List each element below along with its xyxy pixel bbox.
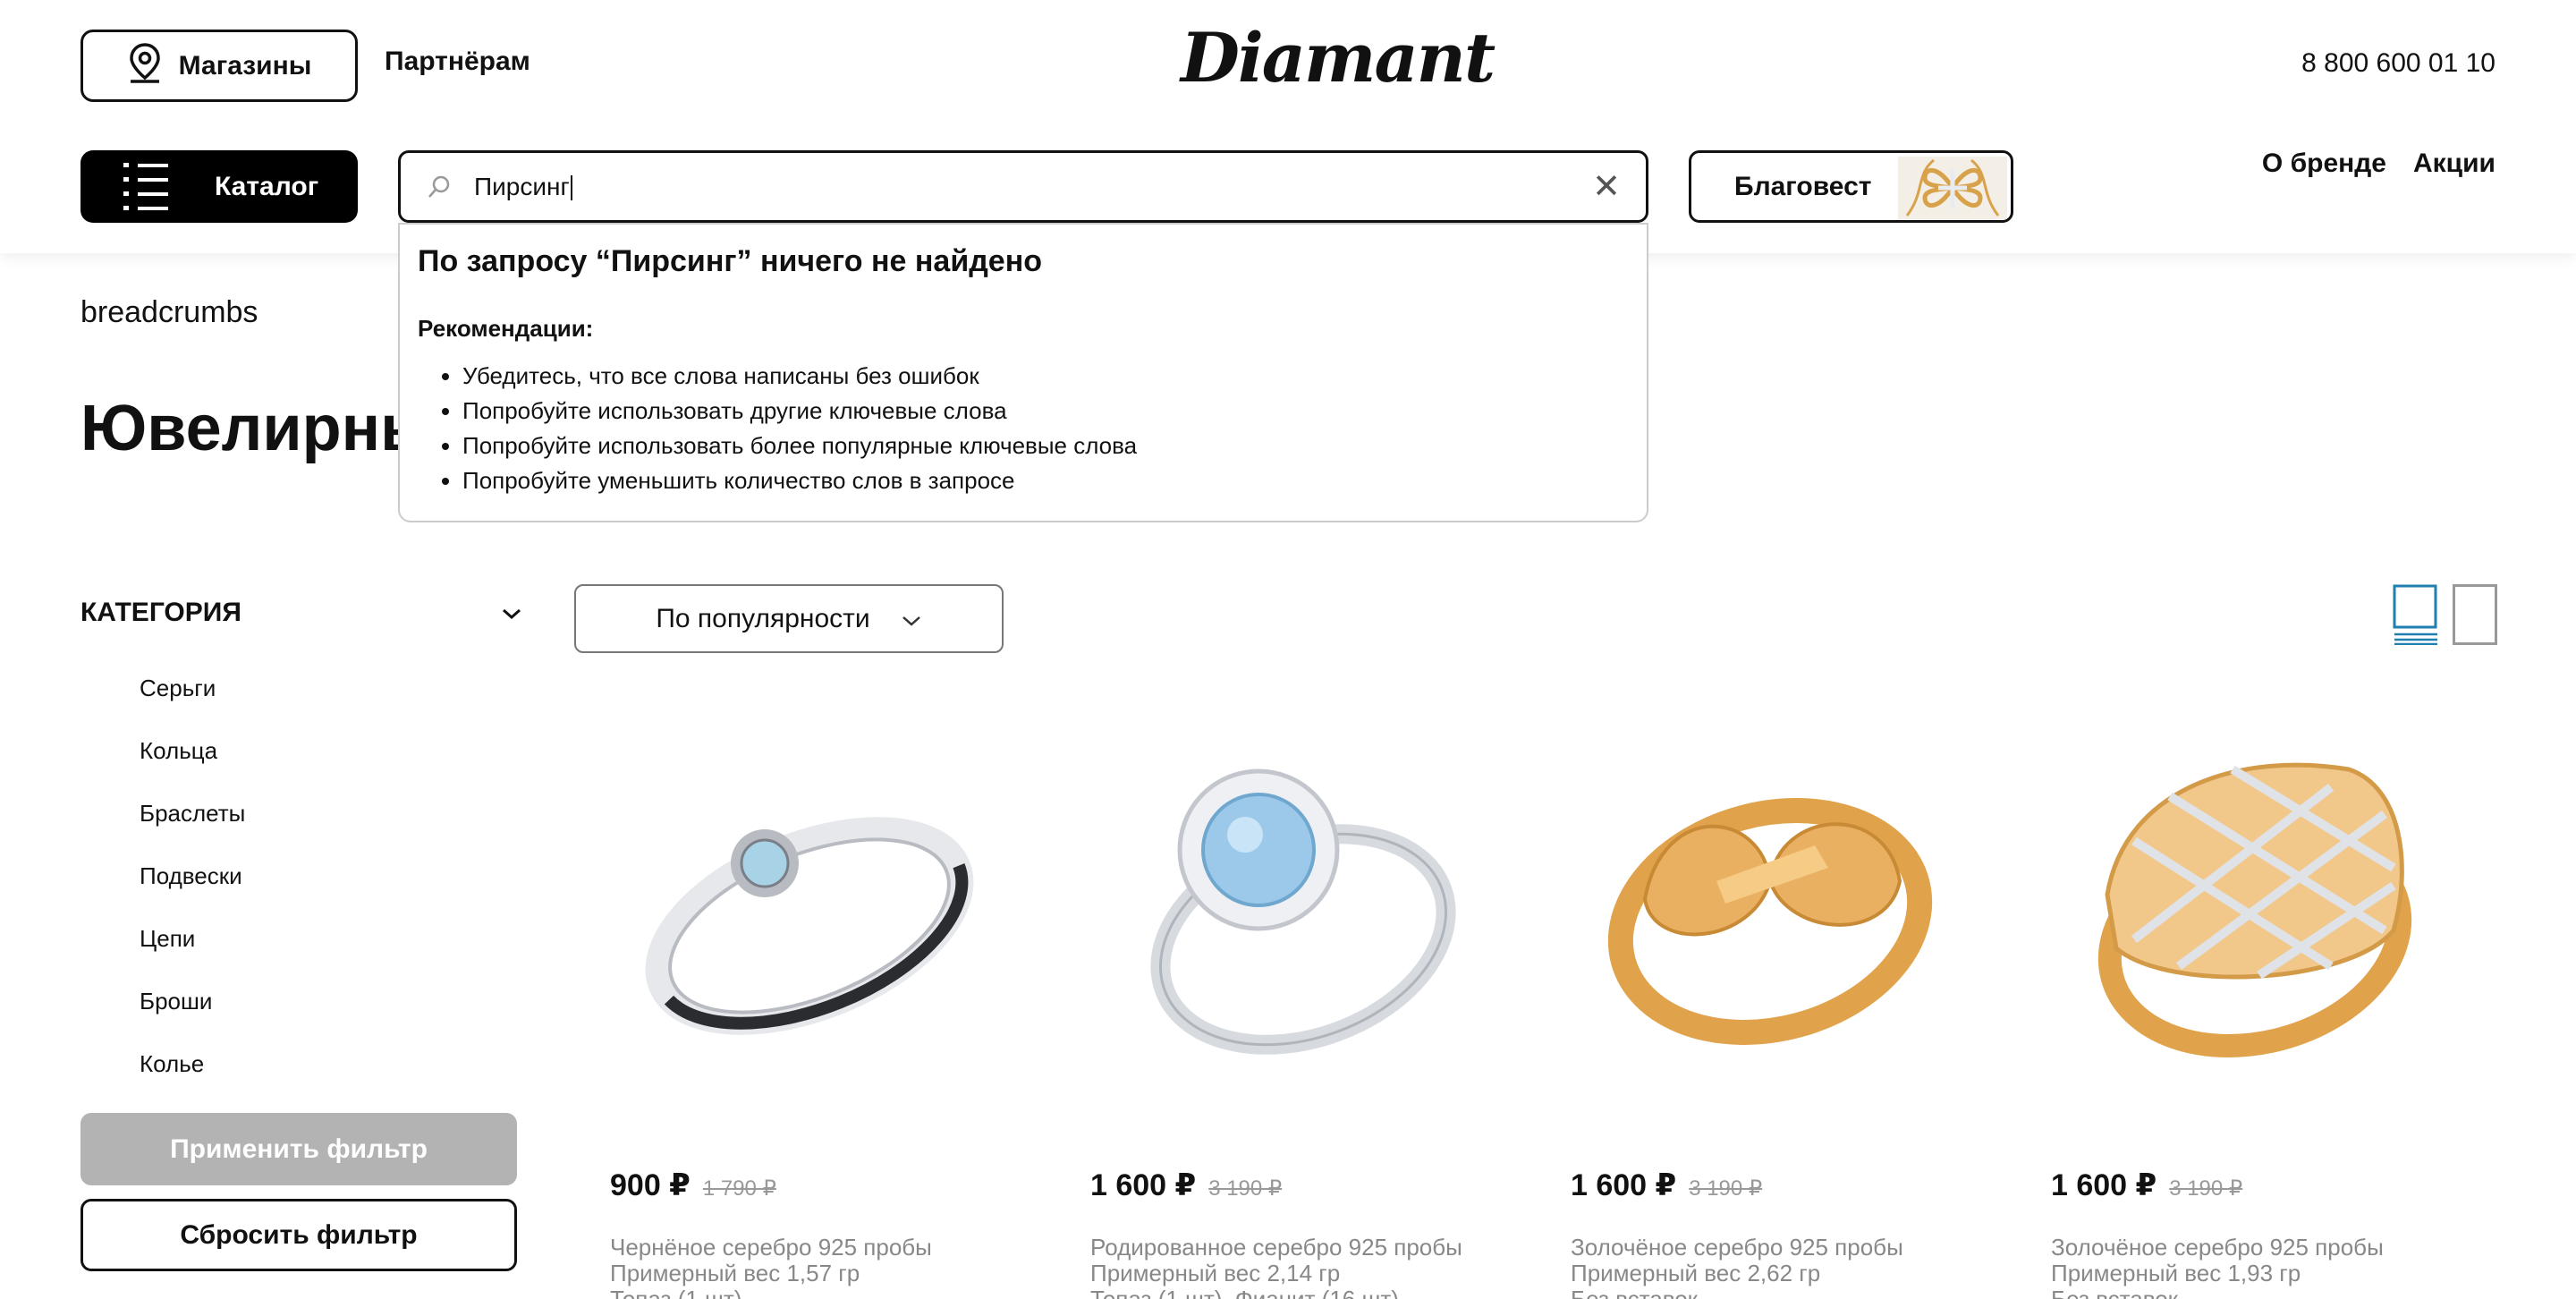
blagovest-button[interactable]: Благовест [1689, 150, 2013, 223]
category-item-brooches[interactable]: Броши [140, 982, 245, 1045]
partners-link[interactable]: Партнёрам [385, 47, 530, 77]
product-material: Чернёное серебро 925 пробы [610, 1234, 932, 1261]
catalog-button[interactable]: Каталог [80, 150, 358, 223]
product-image-gold-knot-ring[interactable] [1542, 716, 1998, 1091]
product-card[interactable]: 1 600 ₽ 3 190 ₽ Золочёное серебро 925 пр… [2022, 716, 2479, 1299]
map-pin-icon [127, 42, 163, 90]
category-item-chains[interactable]: Цепи [140, 920, 245, 982]
category-item-necklaces[interactable]: Колье [140, 1045, 245, 1108]
product-image-black-silver-ring[interactable] [581, 716, 1038, 1091]
price-row: 1 600 ₽ 3 190 ₽ [1090, 1167, 1282, 1203]
price-row: 1 600 ₽ 3 190 ₽ [1571, 1167, 1762, 1203]
product-inserts: Топаз (1 шт) [610, 1286, 742, 1299]
site-header: Магазины Партнёрам Diamant 8 800 600 01 … [0, 0, 2576, 253]
category-item-rings[interactable]: Кольца [140, 732, 245, 794]
grid-view-icon[interactable] [2393, 584, 2439, 646]
product-card[interactable]: 1 600 ₽ 3 190 ₽ Золочёное серебро 925 пр… [1542, 716, 1998, 1299]
blagovest-label: Благовест [1734, 171, 1872, 201]
price-row: 1 600 ₽ 3 190 ₽ [2051, 1167, 2242, 1203]
product-old-price: 3 190 ₽ [2169, 1176, 2243, 1201]
recommendations-heading: Рекомендации: [418, 315, 594, 342]
category-item-pendants[interactable]: Подвески [140, 857, 245, 920]
product-weight: Примерный вес 2,14 гр [1090, 1260, 1341, 1286]
text-cursor [570, 175, 572, 201]
single-view-icon[interactable] [2453, 584, 2497, 645]
apply-filter-button[interactable]: Применить фильтр [80, 1113, 517, 1185]
nav-about-brand[interactable]: О бренде [2262, 149, 2386, 179]
product-description: Золочёное серебро 925 пробы Примерный ве… [1571, 1235, 1903, 1299]
product-inserts: Без вставок [2051, 1286, 2179, 1299]
phone-number[interactable]: 8 800 600 01 10 [2301, 48, 2496, 79]
menu-list-icon [123, 163, 177, 210]
header-nav: О бренде Акции [2262, 149, 2496, 179]
product-weight: Примерный вес 1,93 гр [2051, 1260, 2301, 1286]
product-old-price: 1 790 ₽ [702, 1176, 776, 1201]
category-item-earrings[interactable]: Серьги [140, 669, 245, 732]
category-filter-header[interactable]: КАТЕГОРИЯ [80, 598, 523, 628]
category-item-bracelets[interactable]: Браслеты [140, 794, 245, 857]
price-row: 900 ₽ 1 790 ₽ [610, 1167, 776, 1203]
product-description: Родированное серебро 925 пробы Примерный… [1090, 1235, 1462, 1299]
product-card[interactable]: 900 ₽ 1 790 ₽ Чернёное серебро 925 пробы… [581, 716, 1038, 1299]
product-price: 1 600 ₽ [1571, 1168, 1677, 1202]
recommendation-item: Попробуйте использовать более популярные… [462, 429, 1629, 463]
category-filter-label: КАТЕГОРИЯ [80, 598, 242, 627]
product-inserts: Топаз (1 шт), Фианит (16 шт) [1090, 1286, 1399, 1299]
sort-select[interactable]: По популярности [574, 584, 1004, 653]
search-input[interactable]: Пирсинг ✕ [398, 150, 1648, 223]
product-old-price: 3 190 ₽ [1689, 1176, 1763, 1201]
stores-label: Магазины [178, 50, 312, 81]
nav-promotions[interactable]: Акции [2413, 149, 2496, 179]
product-material: Родированное серебро 925 пробы [1090, 1234, 1462, 1261]
product-image-gold-lattice-ring[interactable] [2022, 716, 2479, 1091]
recommendation-item: Попробуйте уменьшить количество слов в з… [462, 463, 1629, 498]
no-results-title: По запросу “Пирсинг” ничего не найдено [418, 244, 1043, 278]
sort-selected-value: По популярности [656, 603, 870, 633]
reset-filter-button[interactable]: Сбросить фильтр [80, 1199, 517, 1271]
stores-button[interactable]: Магазины [80, 30, 358, 102]
brand-logo[interactable]: Diamant [1181, 18, 1496, 98]
product-inserts: Без вставок [1571, 1286, 1699, 1299]
blagovest-pendant-image [1898, 157, 2007, 219]
product-weight: Примерный вес 2,62 гр [1571, 1260, 1821, 1286]
recommendation-item: Убедитесь, что все слова написаны без ош… [462, 359, 1629, 394]
product-price: 1 600 ₽ [1090, 1168, 1197, 1202]
product-price: 900 ₽ [610, 1168, 691, 1202]
recommendations-list: Убедитесь, что все слова написаны без ош… [418, 359, 1629, 498]
product-image-topaz-ring[interactable] [1062, 716, 1518, 1091]
search-value[interactable]: Пирсинг [474, 173, 1587, 201]
product-material: Золочёное серебро 925 пробы [1571, 1234, 1903, 1261]
recommendation-item: Попробуйте использовать другие ключевые … [462, 394, 1629, 429]
product-material: Золочёное серебро 925 пробы [2051, 1234, 2384, 1261]
product-price: 1 600 ₽ [2051, 1168, 2157, 1202]
chevron-down-icon[interactable] [500, 598, 523, 628]
clear-search-icon[interactable]: ✕ [1587, 170, 1626, 204]
product-old-price: 3 190 ₽ [1208, 1176, 1283, 1201]
product-card[interactable]: 1 600 ₽ 3 190 ₽ Родированное серебро 925… [1062, 716, 1518, 1299]
product-description: Золочёное серебро 925 пробы Примерный ве… [2051, 1235, 2384, 1299]
search-results-dropdown: По запросу “Пирсинг” ничего не найдено Р… [398, 223, 1648, 522]
breadcrumb[interactable]: breadcrumbs [80, 295, 258, 330]
category-list: Серьги Кольца Браслеты Подвески Цепи Бро… [140, 669, 245, 1108]
search-icon [426, 174, 465, 200]
chevron-down-icon [901, 604, 922, 634]
product-weight: Примерный вес 1,57 гр [610, 1260, 860, 1286]
catalog-label: Каталог [215, 171, 319, 201]
product-description: Чернёное серебро 925 пробы Примерный вес… [610, 1235, 932, 1299]
